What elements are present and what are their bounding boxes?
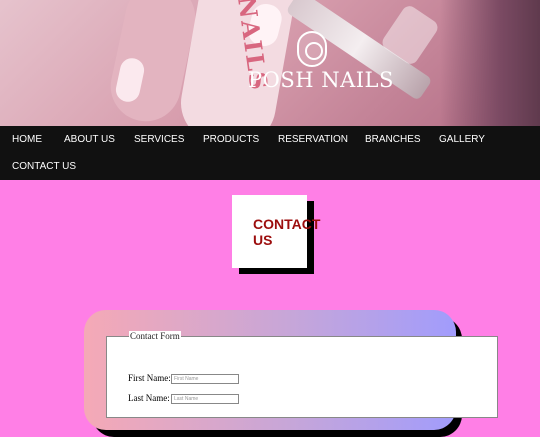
nav-item-contact-us[interactable]: CONTACT US	[12, 161, 76, 172]
nav-item-reservation[interactable]: RESERVATION	[278, 134, 348, 145]
hero-banner: H NAILS POSH NAILS	[0, 0, 540, 126]
nav-item-branches[interactable]: BRANCHES	[365, 134, 421, 145]
last-name-input[interactable]: Last Name	[171, 394, 239, 404]
logo-emblem-icon[interactable]	[297, 31, 327, 67]
first-name-input[interactable]: First Name	[171, 374, 239, 384]
nav-item-services[interactable]: SERVICES	[134, 134, 184, 145]
nav-item-about-us[interactable]: ABOUT US	[64, 134, 115, 145]
last-name-label: Last Name:	[128, 393, 170, 403]
first-name-label: First Name:	[128, 373, 171, 383]
page-title: CONTACT US	[253, 216, 321, 248]
nav-item-gallery[interactable]: GALLERY	[439, 134, 485, 145]
form-legend: Contact Form	[129, 331, 181, 341]
main-nav: HOME ABOUT US SERVICES PRODUCTS RESERVAT…	[0, 126, 540, 180]
nav-item-home[interactable]: HOME	[12, 134, 42, 145]
brand-logo-text[interactable]: POSH NAILS	[248, 68, 393, 92]
nav-item-products[interactable]: PRODUCTS	[203, 134, 259, 145]
hero-shadow	[440, 0, 540, 126]
